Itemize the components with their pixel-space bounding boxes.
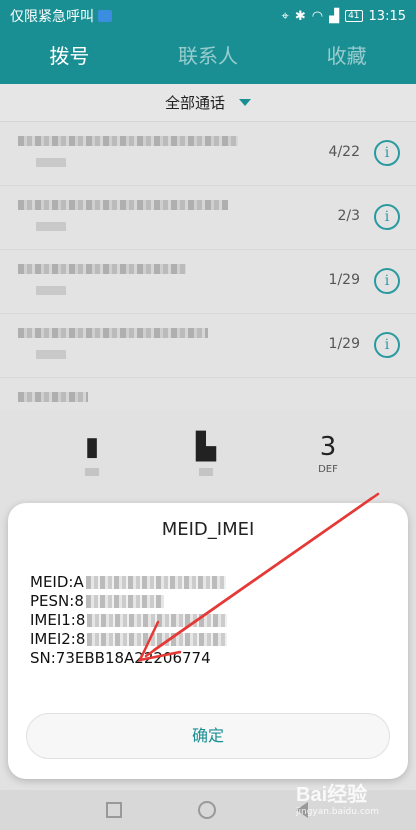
call-filter-label: 全部通话 bbox=[164, 94, 225, 112]
info-icon[interactable]: i bbox=[374, 268, 400, 294]
imei2-line: IMEI2:8 bbox=[30, 630, 228, 649]
meid-line: MEID:A bbox=[30, 573, 227, 592]
blurred-contact bbox=[18, 328, 208, 338]
dialpad-key-3[interactable]: 3 DEF bbox=[298, 432, 358, 475]
sn-line: SN:73EBB18A22206774 bbox=[30, 649, 227, 668]
call-log-row[interactable]: 2/3 i bbox=[0, 186, 416, 250]
blurred-value bbox=[87, 614, 228, 627]
blurred-contact bbox=[18, 136, 238, 146]
status-time: 13:15 bbox=[368, 8, 406, 24]
status-bar: 仅限紧急呼叫 ⌖ ✱ ◠ ▟ 41 13:15 bbox=[0, 0, 416, 32]
meid-label: MEID:A bbox=[30, 573, 84, 591]
call-date: 1/29 bbox=[328, 336, 360, 352]
blurred-contact bbox=[18, 392, 88, 402]
blurred-value bbox=[85, 576, 226, 589]
call-log-row[interactable]: 4/22 i bbox=[0, 122, 416, 186]
top-bar: 仅限紧急呼叫 ⌖ ✱ ◠ ▟ 41 13:15 拨号 联系人 收藏 bbox=[0, 0, 416, 84]
info-icon[interactable]: i bbox=[374, 140, 400, 166]
dialog-body: MEID:A PESN:8 IMEI1:8 IMEI2:8 SN:73EBB18… bbox=[30, 573, 228, 668]
watermark: Bai经验 jingyan.baidu.com bbox=[296, 778, 412, 826]
meid-imei-dialog: MEID_IMEI MEID:A PESN:8 IMEI1:8 IMEI2:8 … bbox=[8, 503, 408, 779]
blurred-detail bbox=[36, 286, 66, 295]
call-filter-dropdown[interactable]: 全部通话 bbox=[0, 84, 416, 122]
tab-contacts[interactable]: 联系人 bbox=[139, 32, 278, 84]
dialpad-key-2[interactable]: ▙ bbox=[176, 432, 236, 476]
bluetooth-icon: ✱ bbox=[294, 8, 306, 24]
confirm-button[interactable]: 确定 bbox=[26, 713, 390, 759]
blurred-value bbox=[87, 633, 228, 646]
call-date: 1/29 bbox=[328, 272, 360, 288]
call-log-row[interactable] bbox=[0, 378, 416, 410]
watermark-logo: Bai经验 bbox=[296, 784, 368, 806]
sn-label: SN:73EBB18A22206774 bbox=[30, 649, 211, 667]
imei1-line: IMEI1:8 bbox=[30, 611, 228, 630]
pesn-line: PESN:8 bbox=[30, 592, 227, 611]
dialpad-key-1[interactable]: ▮ bbox=[62, 432, 122, 476]
tab-bar: 拨号 联系人 收藏 bbox=[0, 32, 416, 84]
home-icon[interactable] bbox=[198, 801, 216, 819]
pesn-label: PESN:8 bbox=[30, 592, 84, 610]
call-log-row[interactable]: 1/29 i bbox=[0, 314, 416, 378]
dropdown-arrow-icon bbox=[239, 99, 251, 106]
key-3-letters: DEF bbox=[318, 464, 338, 475]
tab-dialer[interactable]: 拨号 bbox=[0, 32, 139, 84]
notification-icon bbox=[98, 10, 112, 22]
blurred-contact bbox=[18, 264, 186, 274]
blurred-detail bbox=[36, 158, 66, 167]
signal-icon: ▟ bbox=[329, 8, 340, 24]
blurred-key-label bbox=[85, 468, 99, 476]
call-date: 4/22 bbox=[328, 144, 360, 160]
watermark-url: jingyan.baidu.com bbox=[296, 807, 380, 817]
info-icon[interactable]: i bbox=[374, 204, 400, 230]
battery-icon: 41 bbox=[345, 10, 363, 22]
carrier-text: 仅限紧急呼叫 bbox=[10, 9, 94, 25]
dialog-title: MEID_IMEI bbox=[161, 519, 255, 540]
imei1-label: IMEI1:8 bbox=[30, 611, 86, 629]
call-log-row[interactable]: 1/29 i bbox=[0, 250, 416, 314]
tab-favorites[interactable]: 收藏 bbox=[277, 32, 416, 84]
call-date: 2/3 bbox=[337, 208, 360, 224]
imei2-label: IMEI2:8 bbox=[30, 630, 86, 648]
location-icon: ⌖ bbox=[281, 8, 289, 24]
blurred-value bbox=[85, 595, 164, 608]
blurred-key-label bbox=[199, 468, 213, 476]
wifi-icon: ◠ bbox=[311, 8, 324, 24]
info-icon[interactable]: i bbox=[374, 332, 400, 358]
blurred-contact bbox=[18, 200, 228, 210]
blurred-detail bbox=[36, 222, 66, 231]
recent-apps-icon[interactable] bbox=[106, 802, 122, 818]
blurred-detail bbox=[36, 350, 66, 359]
key-3-digit: 3 bbox=[319, 432, 337, 462]
